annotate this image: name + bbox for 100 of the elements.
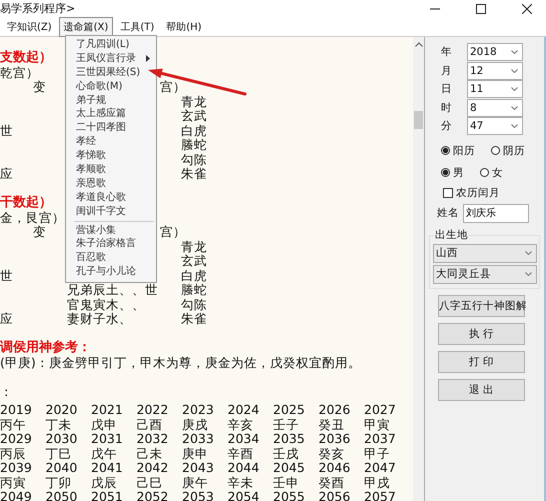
menu-item[interactable]: 太上感应篇 [66, 107, 156, 122]
table-cell-text: 壬子 [273, 418, 300, 432]
table-cell-text: 辛亥 [228, 418, 254, 432]
section-heading: 支数起） [0, 51, 52, 66]
dropdown[interactable]: 大同灵丘县 [433, 264, 537, 284]
menu-item[interactable]: 孝悌歌 [66, 149, 156, 164]
table-cell-text: 2057 [364, 490, 397, 501]
section-heading: 干数起） [0, 196, 52, 210]
dropdown[interactable]: 47 [467, 117, 523, 136]
scroll-up-icon[interactable] [414, 42, 423, 47]
table-cell-text: 2035 [273, 432, 306, 446]
menu-item[interactable]: 弟子规 [66, 94, 156, 108]
menu-item[interactable]: 字知识(Z) [0, 16, 57, 36]
menu-item[interactable]: 亲恩歌 [66, 176, 156, 191]
menu-item[interactable]: 工具(T) [115, 16, 160, 36]
text-line: ： [0, 384, 13, 399]
text-line: 乾宫） [0, 66, 39, 80]
table-cell-text: 壬申 [273, 476, 300, 490]
action-button[interactable]: 打 印 [438, 350, 525, 372]
table-cell-text: 2039 [0, 461, 33, 476]
menu-item[interactable]: 王凤仪言行录 [66, 52, 156, 66]
menu-item[interactable]: 孝顺歌 [66, 163, 156, 177]
maximize-icon[interactable] [476, 4, 486, 14]
table-cell-text: 辛酉 [228, 446, 254, 461]
table-cell-text: 2041 [91, 461, 124, 476]
text-line: 金，艮宫） [0, 210, 65, 225]
table-cell-text: 2021 [91, 403, 124, 418]
table-cell-text: 2034 [228, 432, 260, 446]
table-cell-text: 戊午 [91, 446, 118, 461]
scroll-thumb[interactable] [414, 111, 424, 129]
menu-item[interactable]: 朱子治家格言 [66, 237, 156, 252]
text-line: 青龙 [181, 94, 207, 109]
text-line: 兄弟辰土、、世 [67, 283, 158, 298]
action-button[interactable]: 八字五行十神图解 [438, 294, 525, 316]
radio-button[interactable] [441, 146, 450, 155]
checkbox-option[interactable]: 农历闰月 [429, 186, 540, 200]
radio-button[interactable] [491, 146, 500, 155]
dropdown[interactable]: 8 [467, 98, 523, 117]
text-line: 玄武 [181, 254, 207, 268]
menu-item[interactable]: 孝道良心歌 [66, 190, 156, 205]
text-line: 宫） [160, 225, 186, 240]
menu-item[interactable]: 二十四孝图 [66, 121, 156, 136]
chevron-down-icon [511, 124, 518, 128]
menu-item[interactable]: 孝经 [66, 135, 156, 150]
text-line: 螣蛇 [181, 283, 207, 298]
table-cell-text: 2049 [0, 490, 33, 501]
table-cell-text: 丁卯 [46, 476, 72, 490]
menu-item[interactable]: 三世因果经(S) [66, 66, 156, 80]
text-line: 世 [0, 268, 13, 283]
table-cell-text: 2056 [318, 490, 352, 501]
dropdown[interactable]: 山西 [433, 244, 537, 262]
window-title: 易学系列程序> [0, 1, 76, 16]
table-cell-text: 2052 [136, 490, 170, 501]
table-cell-text: 2037 [364, 432, 397, 446]
radio-option[interactable]: 女 [480, 166, 503, 180]
action-button[interactable]: 执 行 [438, 322, 525, 344]
submenu-caret-icon [146, 55, 150, 62]
menu-item[interactable]: 帮助(H) [161, 16, 207, 36]
table-cell-text: 2026 [318, 403, 352, 418]
scrollbar[interactable] [413, 37, 425, 501]
chevron-down-icon [511, 68, 518, 73]
menu-item[interactable]: 了凡四训(L) [66, 38, 156, 52]
field-label: 姓名 [437, 206, 460, 220]
menu-item[interactable]: 孔子与小儿论 [66, 265, 156, 280]
dropdown[interactable]: 2018 [467, 43, 523, 62]
chevron-down-icon [525, 251, 532, 255]
table-cell-text: 2022 [136, 403, 170, 418]
menu-item[interactable]: 闺训千字文 [66, 204, 156, 219]
name-field[interactable]: 刘庆乐 [463, 204, 529, 222]
radio-option[interactable]: 阳历 [441, 144, 475, 158]
field-label: 日 [441, 82, 453, 96]
radio-button[interactable] [480, 168, 489, 177]
table-cell-text: 2030 [46, 432, 78, 446]
dropdown[interactable]: 12 [467, 62, 523, 80]
table-cell-text: 己酉 [136, 418, 164, 432]
close-icon[interactable] [522, 4, 532, 14]
menu-item[interactable]: 营谋小集 [66, 224, 156, 238]
table-cell-text: 2024 [228, 403, 260, 418]
radio-option[interactable]: 阴历 [491, 144, 525, 158]
dropdown[interactable]: 11 [467, 80, 523, 98]
text-line: 变 [33, 80, 46, 94]
text-line: 朱雀 [181, 312, 207, 326]
text-line: 世 [0, 124, 13, 138]
table-cell-text: 丙辰 [0, 446, 27, 461]
action-button[interactable]: 退 出 [438, 378, 525, 400]
table-cell-text: 2023 [182, 403, 215, 418]
chevron-down-icon [511, 106, 518, 110]
radio-button[interactable] [441, 168, 450, 177]
text-line: 勾陈 [181, 298, 207, 312]
radio-option[interactable]: 男 [441, 166, 464, 180]
text-line: 螣蛇 [181, 138, 207, 152]
table-cell-text: 2027 [364, 403, 397, 418]
table-cell-text: 2047 [364, 461, 397, 476]
menu-item[interactable]: 百忍歌 [66, 251, 156, 266]
table-cell-text: 庚戌 [182, 418, 209, 432]
checkbox[interactable] [443, 188, 453, 198]
chevron-down-icon [511, 87, 518, 92]
text-line: (甲庚)：庚金劈甲引丁，甲木为尊，庚金为佐，戊癸权宜酌用。 [0, 356, 361, 370]
menu-item[interactable]: 心命歌(M) [66, 80, 156, 94]
menu-item[interactable]: 遗命篇(X) [58, 16, 114, 36]
